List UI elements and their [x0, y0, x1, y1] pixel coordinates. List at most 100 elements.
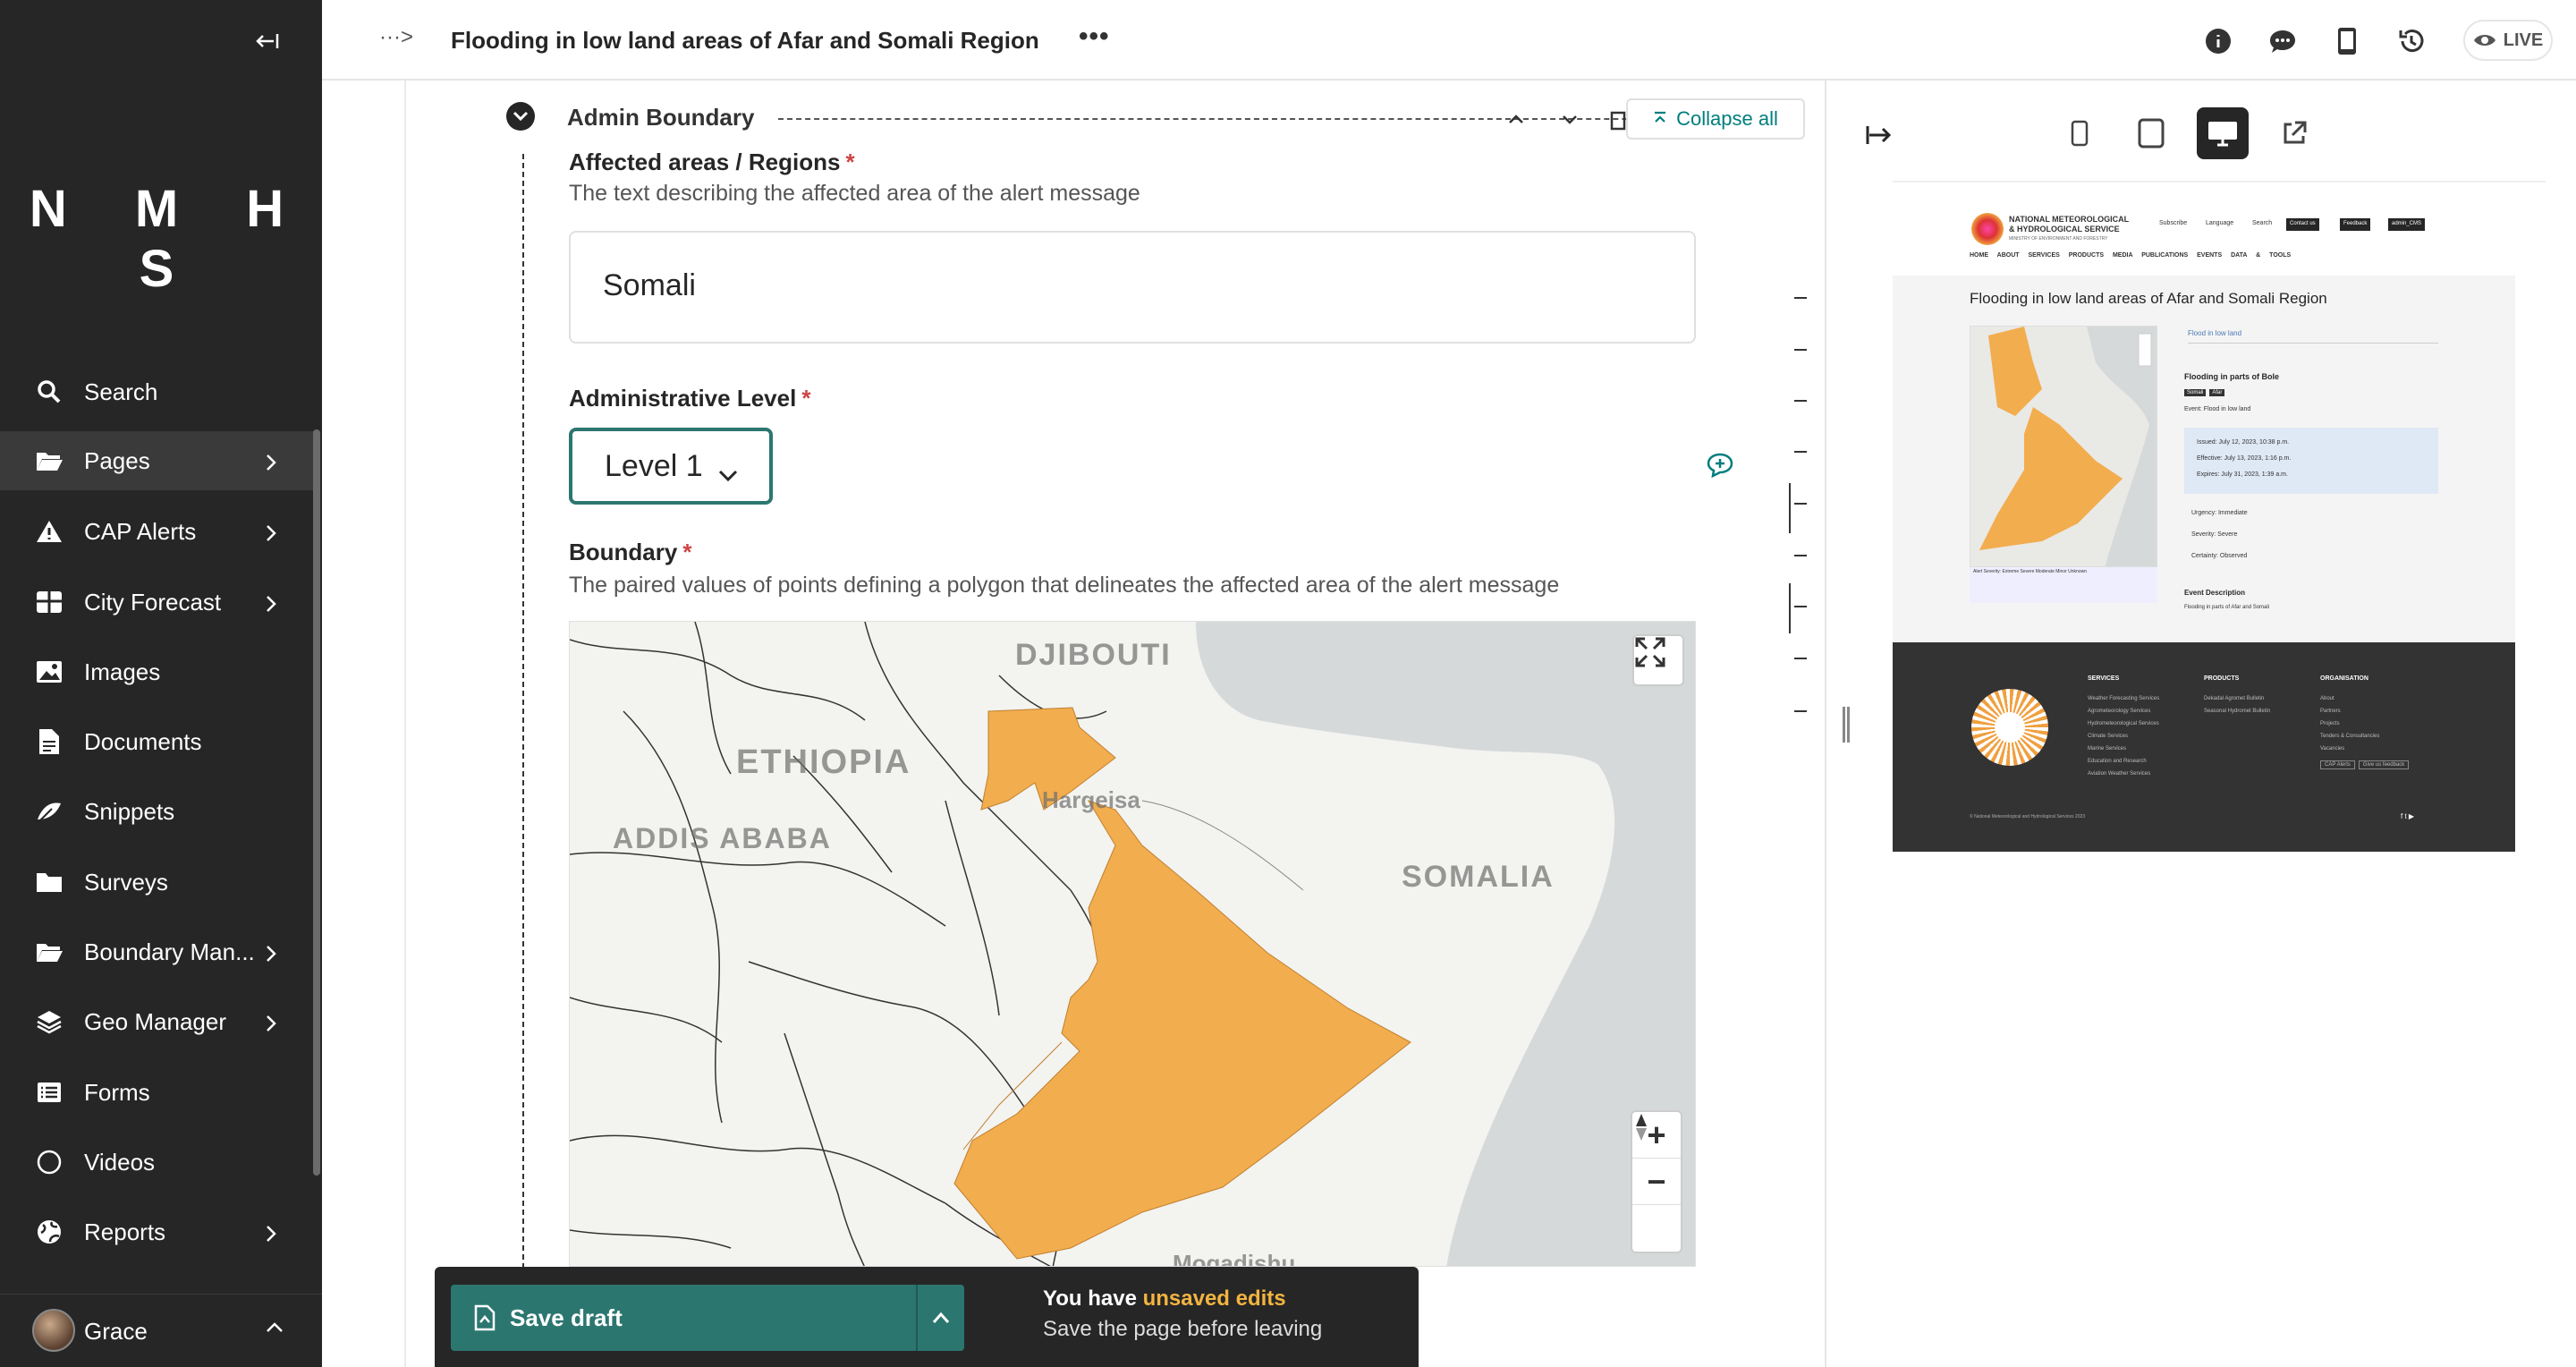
site-logo[interactable]: N M H S — [0, 179, 322, 299]
sidebar: N M H S Search Pages CAP Alerts City For… — [0, 0, 322, 1367]
chevron-up-icon[interactable] — [930, 1310, 952, 1326]
info-icon[interactable] — [2202, 25, 2234, 57]
comments-icon[interactable] — [2267, 25, 2299, 57]
preview-org-name: NATIONAL METEOROLOGICAL & HYDROLOGICAL SE… — [2009, 215, 2130, 233]
sidebar-item-label: Snippets — [84, 797, 175, 825]
map-label-somalia: SOMALIA — [1402, 860, 1555, 894]
sidebar-item-search[interactable]: Search — [0, 362, 315, 421]
preview-feedback-button[interactable]: Feedback — [2340, 218, 2371, 231]
sidebar-item-label: Documents — [84, 727, 202, 755]
preview-event-desc-title: Event Description — [2184, 589, 2246, 597]
preview-site-header: NATIONAL METEOROLOGICAL & HYDROLOGICAL SE… — [1893, 206, 2515, 276]
button-divider — [916, 1285, 918, 1351]
sidebar-item-reports[interactable]: Reports — [0, 1202, 315, 1261]
zoom-out-button[interactable]: − — [1632, 1159, 1681, 1205]
mobile-icon — [2071, 120, 2089, 147]
preview-link-language[interactable]: Language — [2206, 220, 2233, 226]
collapse-sidebar-button[interactable] — [250, 25, 286, 57]
section-toggle-button[interactable] — [506, 102, 535, 131]
fullscreen-button[interactable] — [1632, 634, 1684, 686]
mobile-preview-icon[interactable] — [2331, 25, 2363, 57]
preview-event: Event: Flood in low land — [2184, 406, 2251, 412]
affected-areas-input[interactable]: Somali — [569, 231, 1696, 344]
panel-resize-handle[interactable] — [1843, 707, 1850, 743]
admin-level-select[interactable]: Level 1 — [569, 428, 773, 505]
block-minimap[interactable] — [1789, 215, 1807, 734]
preview-divider — [1893, 181, 2546, 183]
sidebar-item-label: Geo Manager — [84, 1007, 226, 1035]
avatar — [32, 1309, 75, 1352]
preview-footer-products: PRODUCTS Dekadal Agromet Bulletin Season… — [2204, 675, 2271, 714]
table-icon — [34, 589, 64, 616]
chevron-up-icon — [1509, 115, 1523, 123]
preview-site-body: Flooding in low land areas of Afar and S… — [1893, 276, 2515, 642]
globe-icon — [34, 1218, 64, 1245]
sidebar-scrollbar[interactable] — [313, 429, 320, 1176]
map-label-hargeisa: Hargeisa — [1042, 786, 1140, 813]
breadcrumb-toggle[interactable]: ···> — [379, 25, 413, 50]
map-label-mogadishu: Mogadishu — [1173, 1250, 1296, 1267]
user-menu[interactable]: Grace — [0, 1294, 322, 1367]
save-draft-button[interactable]: Save draft — [451, 1285, 964, 1351]
move-down-button[interactable] — [1556, 106, 1583, 132]
affected-areas-help: The text describing the affected area of… — [569, 181, 1140, 206]
add-comment-icon[interactable] — [1707, 453, 1733, 482]
unsaved-warning: You have unsaved edits — [1043, 1286, 1286, 1311]
live-status-badge[interactable]: LIVE — [2463, 20, 2553, 61]
sidebar-item-label: Boundary Man... — [84, 938, 255, 965]
map-label-djibouti: DJIBOUTI — [1015, 638, 1172, 672]
preview-social-icons[interactable]: f t ▶ — [2401, 812, 2414, 820]
history-icon[interactable] — [2395, 25, 2428, 57]
arrow-right-bar-icon — [1866, 126, 1892, 144]
collapse-all-label: Collapse all — [1676, 107, 1778, 130]
collapse-all-button[interactable]: Collapse all — [1626, 98, 1805, 140]
sidebar-item-boundary-manager[interactable]: Boundary Man... — [0, 922, 315, 981]
sidebar-item-videos[interactable]: Videos — [0, 1133, 315, 1192]
circle-icon — [34, 1149, 64, 1176]
mobile-size-button[interactable] — [2054, 107, 2106, 159]
chevron-right-icon — [265, 451, 277, 479]
sidebar-item-pages[interactable]: Pages — [0, 431, 315, 490]
sidebar-item-cap-alerts[interactable]: CAP Alerts — [0, 502, 315, 561]
more-actions-button[interactable]: ••• — [1079, 21, 1110, 52]
boundary-map[interactable]: DJIBOUTI ETHIOPIA ADDIS ABABA SOMALIA Ha… — [569, 621, 1696, 1267]
preview-panel: NATIONAL METEOROLOGICAL & HYDROLOGICAL SE… — [1825, 81, 2576, 1367]
preview-alert-tab[interactable]: Flood in low land — [2188, 329, 2438, 344]
preview-admin-button[interactable]: admin_CMS — [2388, 218, 2426, 231]
desktop-size-button[interactable] — [2197, 107, 2249, 159]
preview-site-nav[interactable]: HOME ABOUT SERVICES PRODUCTS MEDIA PUBLI… — [1970, 252, 2291, 259]
close-preview-button[interactable] — [1866, 122, 1896, 153]
preview-event-desc: Flooding in parts of Afar and Somali — [2184, 605, 2270, 610]
preview-contact-button[interactable]: Contact us — [2286, 218, 2319, 231]
sidebar-item-label: Videos — [84, 1148, 156, 1176]
folder-icon — [34, 869, 64, 896]
sidebar-item-forms[interactable]: Forms — [0, 1063, 315, 1122]
move-up-button[interactable] — [1503, 106, 1530, 132]
sidebar-item-surveys[interactable]: Surveys — [0, 853, 315, 912]
sidebar-item-documents[interactable]: Documents — [0, 712, 315, 771]
chevron-right-icon — [265, 522, 277, 549]
preview-severity: Severity: Severe — [2191, 531, 2238, 538]
chevron-right-icon — [265, 942, 277, 970]
sidebar-item-images[interactable]: Images — [0, 642, 315, 701]
save-draft-label: Save draft — [510, 1304, 623, 1331]
sidebar-item-snippets[interactable]: Snippets — [0, 782, 315, 841]
sidebar-item-city-forecast[interactable]: City Forecast — [0, 573, 315, 632]
arrow-left-bar-icon — [256, 34, 279, 48]
preview-link-search[interactable]: Search — [2252, 220, 2272, 226]
tablet-size-button[interactable] — [2125, 107, 2177, 159]
preview-copyright: © National Meteorological and Hydrologic… — [1970, 814, 2086, 819]
reset-north-button[interactable] — [1632, 1114, 1681, 1252]
preview-footer-services: SERVICES Weather Forecasting Services Ag… — [2088, 675, 2160, 777]
open-new-tab-button[interactable] — [2268, 107, 2320, 159]
chevron-down-icon — [717, 456, 739, 491]
preview-alert-map[interactable] — [1970, 326, 2157, 567]
unsaved-subtext: Save the page before leaving — [1043, 1317, 1323, 1341]
map-canvas — [570, 622, 1695, 1266]
admin-level-value: Level 1 — [605, 449, 703, 483]
sidebar-item-geo-manager[interactable]: Geo Manager — [0, 992, 315, 1051]
expand-icon — [1635, 637, 1665, 667]
snippet-icon — [34, 798, 64, 825]
preview-link-subscribe[interactable]: Subscribe — [2159, 220, 2187, 226]
page-header: ···> Flooding in low land areas of Afar … — [322, 0, 2576, 81]
